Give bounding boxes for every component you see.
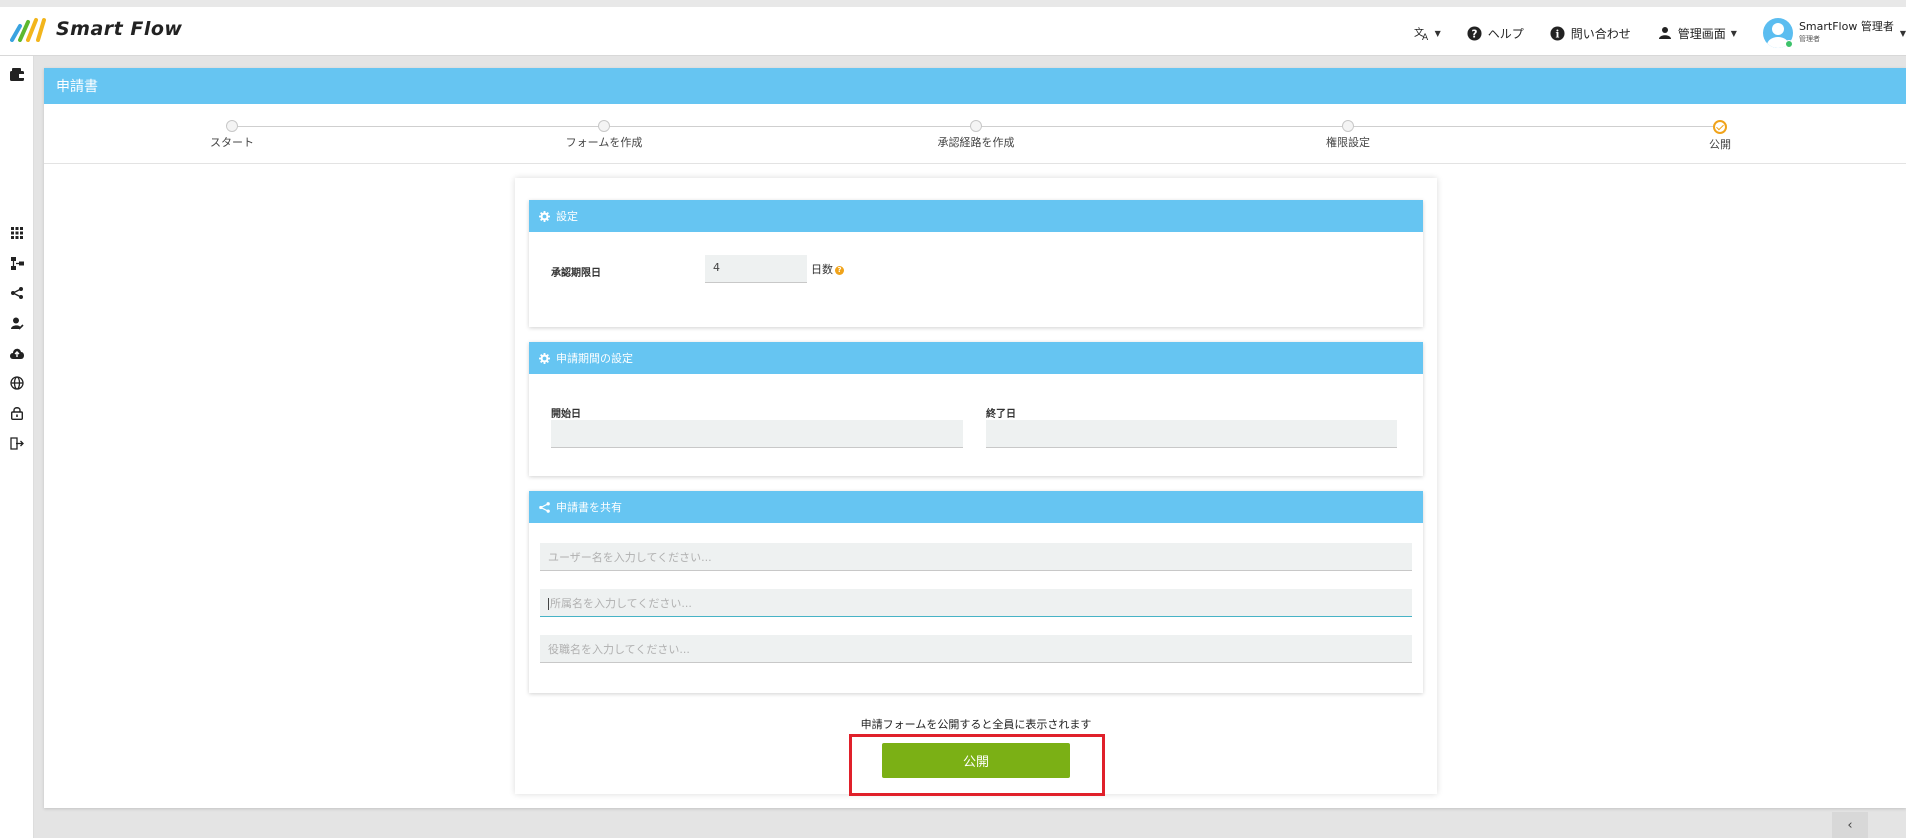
step-dot xyxy=(598,120,610,132)
step-start[interactable]: スタート xyxy=(172,120,292,150)
application-period-section: 申請期間の設定 開始日 終了日 xyxy=(529,342,1423,476)
end-date-input[interactable] xyxy=(986,420,1397,448)
chevron-left-icon: ‹ xyxy=(1847,817,1853,833)
user-name-input[interactable]: ユーザー名を入力してください... xyxy=(540,543,1412,571)
gear-icon xyxy=(539,210,550,222)
help-label: ヘルプ xyxy=(1487,26,1524,41)
step-create-approval-route[interactable]: 承認経路を作成 xyxy=(916,120,1036,150)
step-dot xyxy=(1342,120,1354,132)
user-edit-icon[interactable] xyxy=(9,315,25,331)
step-label: スタート xyxy=(210,136,254,149)
collapse-button[interactable]: ‹ xyxy=(1832,812,1868,838)
wallet-icon[interactable] xyxy=(9,66,25,82)
logo-mark-icon xyxy=(10,18,46,42)
progress-stepper: スタート フォームを作成 承認経路を作成 権限設定 公開 xyxy=(44,104,1906,164)
contact-label: 問い合わせ xyxy=(1570,26,1631,41)
settings-section-header: 設定 xyxy=(529,200,1423,232)
publish-form-card: 設定 承認期限日 4 日数? 申請期間の設定 開始日 終了日 申請書を共有 ユー… xyxy=(515,178,1437,794)
publish-button[interactable]: 公開 xyxy=(882,743,1070,778)
lock-icon[interactable] xyxy=(9,405,25,421)
user-role: 管理者 xyxy=(1798,35,1820,43)
user-menu[interactable]: SmartFlow 管理者 管理者 ▼ xyxy=(1762,18,1906,48)
logout-icon[interactable] xyxy=(9,435,25,451)
user-name: SmartFlow 管理者 xyxy=(1798,20,1894,33)
contact-link[interactable]: i 問い合わせ xyxy=(1550,25,1631,42)
language-menu[interactable]: 文A ▼ xyxy=(1414,25,1441,41)
left-sidebar xyxy=(0,56,34,838)
start-date-label: 開始日 xyxy=(551,409,581,420)
deadline-unit-label: 日数 xyxy=(811,263,833,276)
end-date-label: 終了日 xyxy=(986,409,1016,420)
online-status-indicator xyxy=(1784,40,1793,48)
admin-menu[interactable]: 管理画面 ▼ xyxy=(1657,25,1737,42)
deadline-days-input[interactable]: 4 xyxy=(705,255,807,283)
text-cursor xyxy=(548,598,549,610)
chevron-down-icon: ▼ xyxy=(1899,28,1906,38)
brand-name: Smart Flow xyxy=(56,18,183,40)
globe-icon[interactable] xyxy=(9,375,25,391)
brand-logo[interactable]: Smart Flow xyxy=(10,16,182,42)
period-section-header: 申請期間の設定 xyxy=(529,342,1423,374)
step-label: 権限設定 xyxy=(1326,136,1370,149)
step-publish[interactable]: 公開 xyxy=(1660,120,1780,152)
deadline-unit: 日数? xyxy=(811,261,844,277)
period-section-title: 申請期間の設定 xyxy=(556,352,633,365)
step-label: 承認経路を作成 xyxy=(937,136,1015,149)
step-dot xyxy=(226,120,238,132)
department-input[interactable]: 所属名を入力してください... xyxy=(540,589,1412,617)
page-title: 申請書 xyxy=(44,68,1906,104)
deadline-label: 承認期限日 xyxy=(551,268,601,279)
main-panel: 申請書 スタート フォームを作成 承認経路を作成 権限設定 公開 設定 承認期限… xyxy=(44,68,1906,808)
step-dot xyxy=(970,120,982,132)
step-label: フォームを作成 xyxy=(565,136,643,149)
step-permissions[interactable]: 権限設定 xyxy=(1288,120,1408,150)
svg-text:i: i xyxy=(1556,28,1560,40)
start-date-input[interactable] xyxy=(551,420,963,448)
person-icon xyxy=(1657,25,1673,41)
chevron-down-icon: ▼ xyxy=(1434,28,1441,38)
help-link[interactable]: ? ヘルプ xyxy=(1467,25,1524,42)
publish-notice: 申請フォームを公開すると全員に表示されます xyxy=(860,718,1092,731)
settings-section: 設定 承認期限日 4 日数? xyxy=(529,200,1423,327)
step-label: 公開 xyxy=(1709,138,1731,151)
share-section: 申請書を共有 ユーザー名を入力してください... 所属名を入力してください...… xyxy=(529,491,1423,693)
gear-icon xyxy=(539,352,550,364)
cloud-upload-icon[interactable] xyxy=(9,345,25,361)
department-placeholder: 所属名を入力してください... xyxy=(550,597,692,610)
grid-icon[interactable] xyxy=(9,225,25,241)
admin-label: 管理画面 xyxy=(1677,26,1726,41)
translate-icon: 文A xyxy=(1414,25,1430,41)
position-input[interactable]: 役職名を入力してください... xyxy=(540,635,1412,663)
svg-text:?: ? xyxy=(1472,28,1478,40)
chevron-down-icon: ▼ xyxy=(1730,28,1737,38)
share-icon xyxy=(539,501,550,513)
info-icon: i xyxy=(1550,25,1566,41)
svg-text:A: A xyxy=(1422,33,1429,41)
help-icon[interactable]: ? xyxy=(835,265,844,275)
step-create-form[interactable]: フォームを作成 xyxy=(544,120,664,150)
top-header: Smart Flow 文A ▼ ? ヘルプ i 問い合わせ 管理画面 ▼ Sma… xyxy=(0,0,1906,56)
settings-section-title: 設定 xyxy=(556,210,578,223)
check-circle-icon xyxy=(1713,120,1727,134)
question-icon: ? xyxy=(1467,25,1483,41)
share-icon[interactable] xyxy=(9,285,25,301)
share-section-header: 申請書を共有 xyxy=(529,491,1423,523)
share-section-title: 申請書を共有 xyxy=(556,501,622,514)
flow-icon[interactable] xyxy=(9,255,25,271)
